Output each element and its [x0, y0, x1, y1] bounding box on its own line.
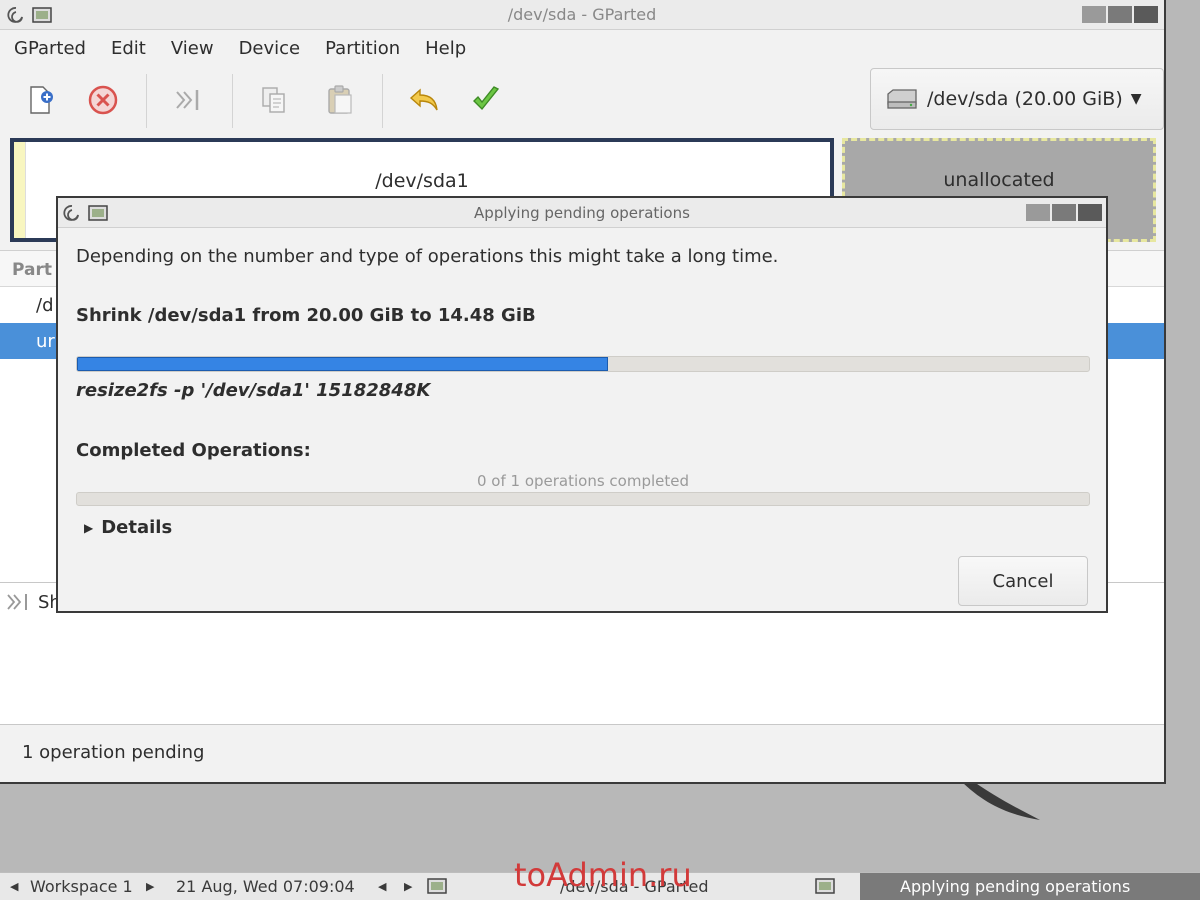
task-prev-icon[interactable]: ◀	[378, 880, 386, 893]
completed-operations-heading: Completed Operations:	[76, 440, 311, 461]
maximize-button[interactable]	[1052, 204, 1076, 221]
dialog-description: Depending on the number and type of oper…	[76, 246, 779, 267]
menu-help[interactable]: Help	[425, 38, 466, 59]
menu-partition[interactable]: Partition	[325, 38, 400, 59]
close-button[interactable]	[1134, 6, 1158, 23]
workspace-next-icon[interactable]: ▶	[146, 880, 154, 893]
main-titlebar[interactable]: /dev/sda - GParted	[0, 0, 1164, 30]
device-selector-label: /dev/sda (20.00 GiB)	[927, 88, 1123, 110]
undo-icon	[409, 88, 438, 111]
dropdown-arrow-icon: ▼	[1130, 91, 1142, 107]
workspace-switcher[interactable]: Workspace 1	[30, 877, 133, 896]
paste-button[interactable]	[320, 80, 360, 120]
app-window-icon	[427, 878, 447, 894]
watermark: toAdmin.ru	[514, 856, 692, 894]
completed-progress-bar	[76, 492, 1090, 506]
device-selector[interactable]: /dev/sda (20.00 GiB) ▼	[870, 68, 1164, 130]
resize-move-button[interactable]	[168, 80, 208, 120]
new-icon	[30, 86, 53, 114]
copy-icon	[262, 87, 285, 113]
menubar: GParted Edit View Device Partition Help	[0, 30, 1164, 66]
dialog-body: Depending on the number and type of oper…	[76, 228, 1090, 611]
clock: 21 Aug, Wed 07:09:04	[176, 877, 355, 896]
menu-edit[interactable]: Edit	[111, 38, 146, 59]
delete-icon	[88, 85, 118, 115]
app-window-icon	[815, 878, 835, 894]
current-operation-label: Shrink /dev/sda1 from 20.00 GiB to 14.48…	[76, 305, 536, 326]
main-window-title: /dev/sda - GParted	[507, 5, 657, 24]
task-next-icon[interactable]: ▶	[404, 880, 412, 893]
close-button[interactable]	[1078, 204, 1102, 221]
new-partition-button[interactable]	[20, 80, 60, 120]
minimize-button[interactable]	[1082, 6, 1106, 23]
undo-button[interactable]	[404, 80, 444, 120]
operation-progress-bar	[76, 356, 1090, 372]
dialog-titlebar[interactable]: Applying pending operations	[58, 198, 1106, 228]
completed-operations-text: 0 of 1 operations completed	[476, 472, 690, 490]
statusbar: 1 operation pending	[0, 724, 1164, 782]
pending-operation-item[interactable]: Sh	[6, 591, 61, 613]
dialog-title: Applying pending operations	[474, 204, 690, 222]
maximize-button[interactable]	[1108, 6, 1132, 23]
partition-sda1-label: /dev/sda1	[375, 170, 469, 192]
paste-icon	[328, 85, 352, 114]
delete-partition-button[interactable]	[83, 80, 123, 120]
apply-icon	[473, 86, 500, 111]
apply-button[interactable]	[466, 80, 506, 120]
menu-view[interactable]: View	[171, 38, 214, 59]
resize-move-icon	[176, 90, 199, 110]
dialog-window-controls	[1026, 204, 1102, 221]
operation-progress-fill	[77, 357, 609, 371]
toolbar-separator	[146, 74, 147, 128]
details-expander[interactable]: ▶ Details	[84, 517, 172, 538]
workspace-prev-icon[interactable]: ◀	[10, 880, 18, 893]
menu-gparted[interactable]: GParted	[14, 38, 86, 59]
apply-operations-dialog: Applying pending operations Depending on…	[56, 196, 1108, 613]
details-label: Details	[101, 517, 173, 538]
menu-device[interactable]: Device	[239, 38, 301, 59]
task-apply-label: Applying pending operations	[900, 877, 1131, 896]
status-text: 1 operation pending	[22, 742, 205, 763]
expander-triangle-icon: ▶	[84, 520, 94, 535]
minimize-button[interactable]	[1026, 204, 1050, 221]
copy-button[interactable]	[254, 80, 294, 120]
harddisk-icon	[887, 89, 917, 109]
toolbar-separator	[382, 74, 383, 128]
task-apply-operations[interactable]: Applying pending operations	[860, 873, 1200, 900]
resize-move-icon	[7, 594, 27, 610]
unallocated-label: unallocated	[943, 169, 1055, 191]
cancel-button[interactable]: Cancel	[958, 556, 1088, 606]
window-controls	[1082, 6, 1158, 23]
toolbar-separator	[232, 74, 233, 128]
current-command: resize2fs -p '/dev/sda1' 15182848K	[76, 380, 431, 401]
